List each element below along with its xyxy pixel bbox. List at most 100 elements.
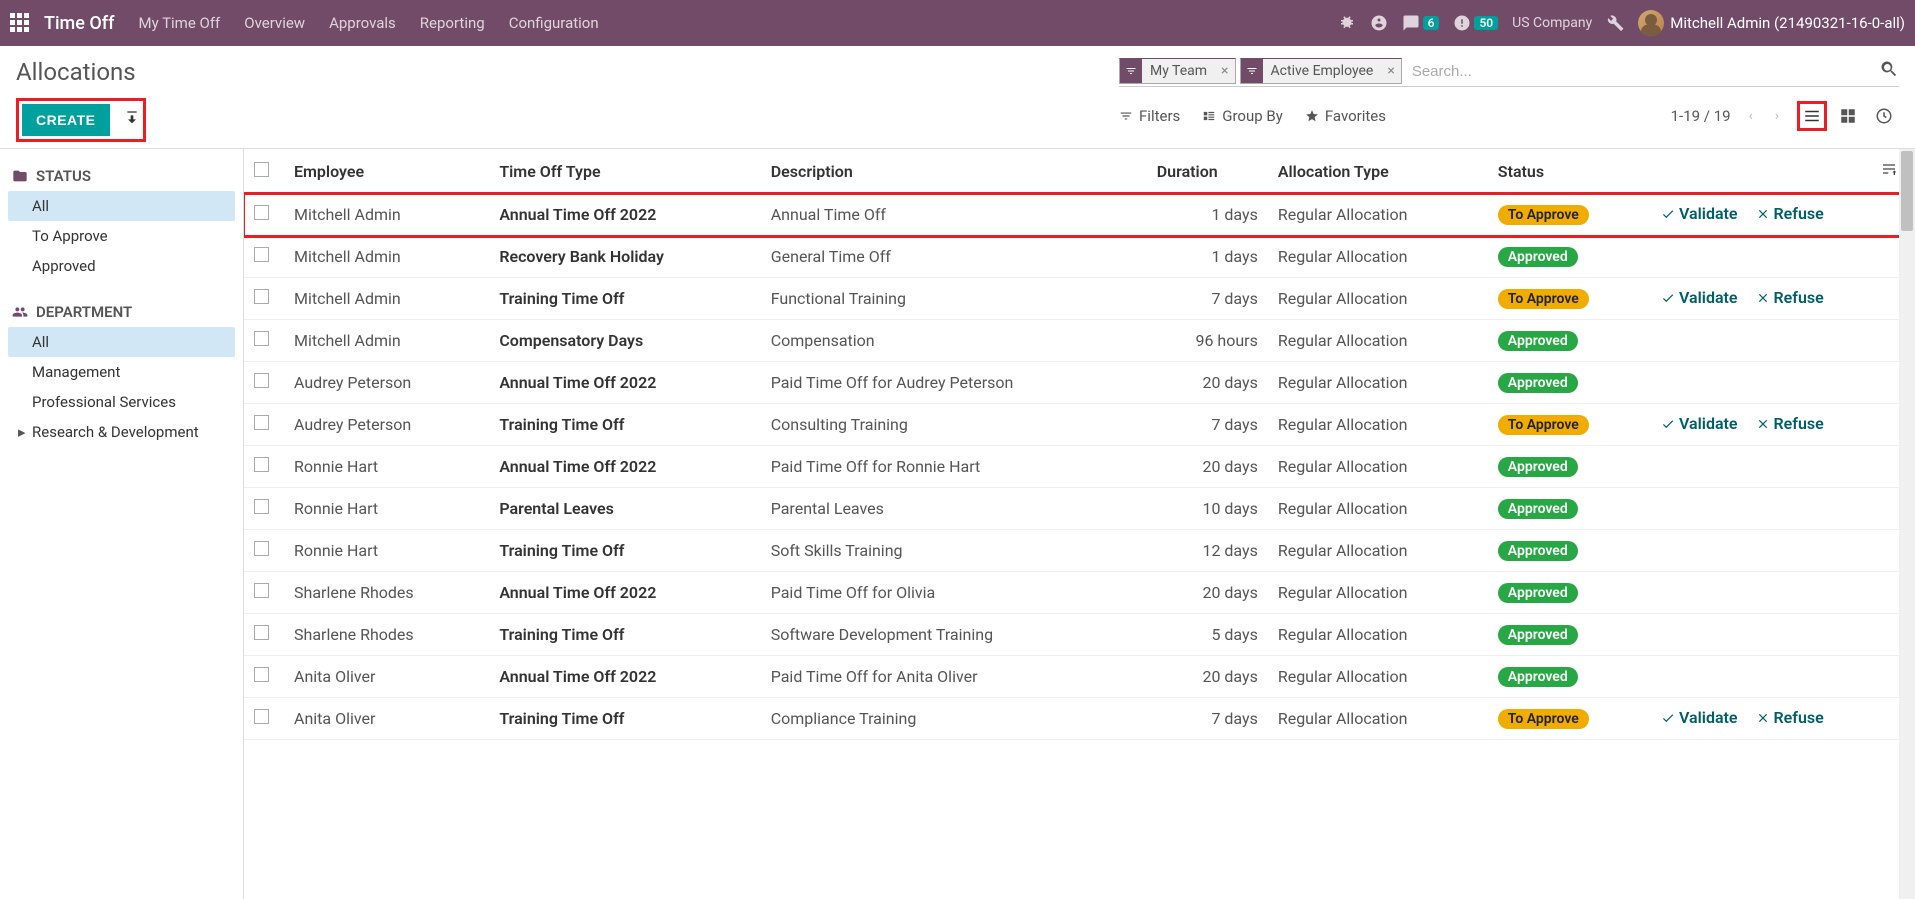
status-label: STATUS <box>36 167 91 185</box>
row-checkbox[interactable] <box>254 499 269 514</box>
table-row[interactable]: Ronnie Hart Parental Leaves Parental Lea… <box>244 488 1915 530</box>
scrollbar-thumb[interactable] <box>1901 151 1913 231</box>
sidebar-dept-management[interactable]: Management <box>8 357 235 387</box>
cell-description: Paid Time Off for Anita Oliver <box>761 656 1147 698</box>
cell-allocation-type: Regular Allocation <box>1268 614 1488 656</box>
search-input[interactable] <box>1406 59 1879 84</box>
support-icon[interactable] <box>1370 14 1388 32</box>
sidebar-status-all[interactable]: All <box>8 191 235 221</box>
select-all-checkbox[interactable] <box>254 162 269 177</box>
folder-icon <box>12 168 28 184</box>
col-type[interactable]: Time Off Type <box>489 149 760 194</box>
row-checkbox[interactable] <box>254 373 269 388</box>
activities-icon[interactable]: 50 <box>1453 14 1498 32</box>
refuse-button[interactable]: Refuse <box>1756 414 1824 433</box>
row-checkbox[interactable] <box>254 625 269 640</box>
pager-next[interactable]: › <box>1771 108 1783 124</box>
facet-remove[interactable]: × <box>1215 63 1234 79</box>
table-row[interactable]: Ronnie Hart Training Time Off Soft Skill… <box>244 530 1915 572</box>
cell-allocation-type: Regular Allocation <box>1268 194 1488 236</box>
scrollbar[interactable] <box>1899 149 1915 899</box>
favorites-button[interactable]: Favorites <box>1305 107 1386 125</box>
table-row[interactable]: Ronnie Hart Annual Time Off 2022 Paid Ti… <box>244 446 1915 488</box>
facet-remove[interactable]: × <box>1381 63 1400 79</box>
app-title[interactable]: Time Off <box>44 13 114 34</box>
row-checkbox[interactable] <box>254 583 269 598</box>
table-row[interactable]: Anita Oliver Training Time Off Complianc… <box>244 698 1915 740</box>
cell-duration: 20 days <box>1147 362 1268 404</box>
cell-duration: 1 days <box>1147 236 1268 278</box>
table-row[interactable]: Sharlene Rhodes Annual Time Off 2022 Pai… <box>244 572 1915 614</box>
apps-icon[interactable] <box>10 13 30 33</box>
cell-employee: Audrey Peterson <box>284 404 489 446</box>
row-checkbox[interactable] <box>254 247 269 262</box>
tools-icon[interactable] <box>1606 14 1624 32</box>
row-checkbox[interactable] <box>254 331 269 346</box>
table-row[interactable]: Mitchell Admin Annual Time Off 2022 Annu… <box>244 194 1915 236</box>
cell-status: Approved <box>1488 530 1651 572</box>
import-icon[interactable] <box>124 110 140 130</box>
cell-allocation-type: Regular Allocation <box>1268 446 1488 488</box>
cell-type: Annual Time Off 2022 <box>489 362 760 404</box>
validate-button[interactable]: Validate <box>1661 204 1738 223</box>
activity-view-button[interactable] <box>1869 101 1899 131</box>
row-checkbox[interactable] <box>254 415 269 430</box>
nav-overview[interactable]: Overview <box>244 14 305 32</box>
table-row[interactable]: Anita Oliver Annual Time Off 2022 Paid T… <box>244 656 1915 698</box>
nav-reporting[interactable]: Reporting <box>420 14 485 32</box>
col-description[interactable]: Description <box>761 149 1147 194</box>
messages-icon[interactable]: 6 <box>1402 14 1440 32</box>
avatar <box>1638 10 1664 36</box>
row-checkbox[interactable] <box>254 709 269 724</box>
people-icon <box>12 304 28 320</box>
cell-allocation-type: Regular Allocation <box>1268 320 1488 362</box>
sidebar-dept-all[interactable]: All <box>8 327 235 357</box>
sidebar-dept-research-dev[interactable]: ▸Research & Development <box>8 417 235 447</box>
row-checkbox[interactable] <box>254 457 269 472</box>
sidebar-status-to-approve[interactable]: To Approve <box>8 221 235 251</box>
group-by-button[interactable]: Group By <box>1202 107 1283 125</box>
cell-status: Approved <box>1488 362 1651 404</box>
nav-approvals[interactable]: Approvals <box>329 14 396 32</box>
validate-button[interactable]: Validate <box>1661 708 1738 727</box>
sidebar-dept-professional-services[interactable]: Professional Services <box>8 387 235 417</box>
row-checkbox[interactable] <box>254 289 269 304</box>
user-menu[interactable]: Mitchell Admin (21490321-16-0-all) <box>1638 10 1905 36</box>
kanban-view-button[interactable] <box>1833 101 1863 131</box>
table-row[interactable]: Mitchell Admin Training Time Off Functio… <box>244 278 1915 320</box>
cell-actions <box>1651 530 1871 572</box>
refuse-button[interactable]: Refuse <box>1756 288 1824 307</box>
filters-button[interactable]: Filters <box>1119 107 1180 125</box>
col-employee[interactable]: Employee <box>284 149 489 194</box>
col-duration[interactable]: Duration <box>1147 149 1268 194</box>
debug-icon[interactable] <box>1338 14 1356 32</box>
validate-button[interactable]: Validate <box>1661 414 1738 433</box>
row-checkbox[interactable] <box>254 205 269 220</box>
table-row[interactable]: Mitchell Admin Compensatory Days Compens… <box>244 320 1915 362</box>
table-row[interactable]: Sharlene Rhodes Training Time Off Softwa… <box>244 614 1915 656</box>
optional-columns-icon[interactable] <box>1881 162 1897 181</box>
col-status[interactable]: Status <box>1488 149 1651 194</box>
row-checkbox[interactable] <box>254 541 269 556</box>
cell-description: Soft Skills Training <box>761 530 1147 572</box>
row-checkbox[interactable] <box>254 667 269 682</box>
refuse-button[interactable]: Refuse <box>1756 708 1824 727</box>
cell-duration: 7 days <box>1147 278 1268 320</box>
nav-configuration[interactable]: Configuration <box>509 14 599 32</box>
table-row[interactable]: Audrey Peterson Training Time Off Consul… <box>244 404 1915 446</box>
sidebar-status-approved[interactable]: Approved <box>8 251 235 281</box>
status-badge: Approved <box>1498 331 1578 351</box>
pager[interactable]: 1-19 / 19 <box>1671 107 1731 125</box>
company-switcher[interactable]: US Company <box>1512 15 1592 31</box>
list-view-button[interactable] <box>1797 101 1827 131</box>
table-row[interactable]: Mitchell Admin Recovery Bank Holiday Gen… <box>244 236 1915 278</box>
create-button[interactable]: CREATE <box>22 104 110 136</box>
search-icon[interactable] <box>1879 59 1899 83</box>
refuse-button[interactable]: Refuse <box>1756 204 1824 223</box>
cell-description: Compliance Training <box>761 698 1147 740</box>
col-allocation-type[interactable]: Allocation Type <box>1268 149 1488 194</box>
table-row[interactable]: Audrey Peterson Annual Time Off 2022 Pai… <box>244 362 1915 404</box>
validate-button[interactable]: Validate <box>1661 288 1738 307</box>
nav-my-time-off[interactable]: My Time Off <box>138 14 220 32</box>
pager-prev[interactable]: ‹ <box>1745 108 1757 124</box>
